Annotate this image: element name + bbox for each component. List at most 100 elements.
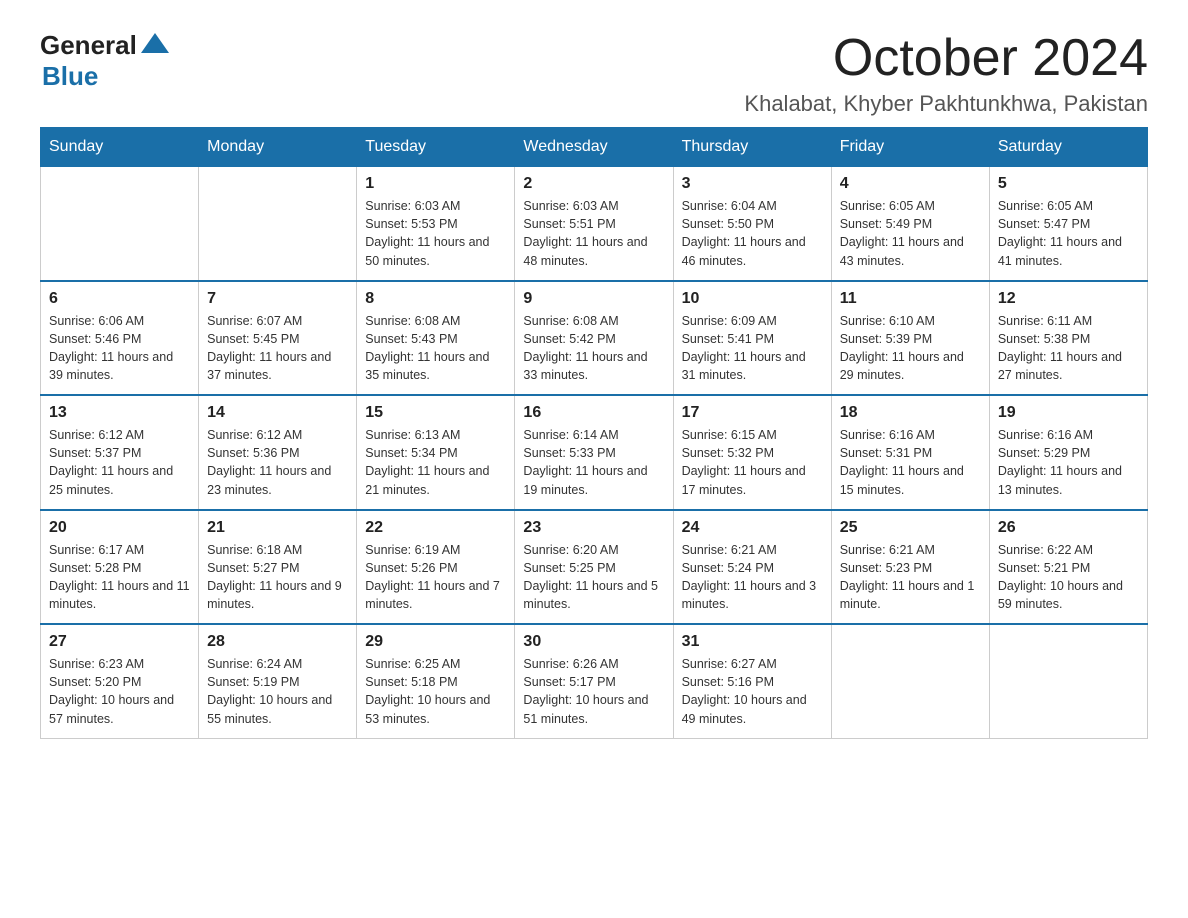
day-info: Sunrise: 6:13 AM Sunset: 5:34 PM Dayligh…: [365, 426, 506, 499]
day-number: 4: [840, 175, 981, 193]
calendar-cell: 24 Sunrise: 6:21 AM Sunset: 5:24 PM Dayli…: [673, 510, 831, 625]
calendar-cell: 30 Sunrise: 6:26 AM Sunset: 5:17 PM Dayli…: [515, 624, 673, 738]
title-block: October 2024 Khalabat, Khyber Pakhtunkhw…: [744, 30, 1148, 117]
day-info: Sunrise: 6:25 AM Sunset: 5:18 PM Dayligh…: [365, 655, 506, 728]
day-number: 26: [998, 519, 1139, 537]
day-number: 11: [840, 290, 981, 308]
calendar-cell: 18 Sunrise: 6:16 AM Sunset: 5:31 PM Dayli…: [831, 395, 989, 510]
logo: General Blue: [40, 30, 169, 92]
day-number: 8: [365, 290, 506, 308]
logo-general-text: General: [40, 30, 137, 61]
day-info: Sunrise: 6:24 AM Sunset: 5:19 PM Dayligh…: [207, 655, 348, 728]
day-info: Sunrise: 6:06 AM Sunset: 5:46 PM Dayligh…: [49, 312, 190, 385]
day-number: 14: [207, 404, 348, 422]
page-subtitle: Khalabat, Khyber Pakhtunkhwa, Pakistan: [744, 91, 1148, 117]
calendar-week-row: 1Sunrise: 6:03 AM Sunset: 5:53 PM Daylig…: [41, 167, 1148, 281]
calendar-cell: 23Sunrise: 6:20 AM Sunset: 5:25 PM Dayli…: [515, 510, 673, 625]
page-title: October 2024: [744, 30, 1148, 87]
day-info: Sunrise: 6:19 AM Sunset: 5:26 PM Dayligh…: [365, 541, 506, 614]
day-number: 5: [998, 175, 1139, 193]
calendar-cell: 22 Sunrise: 6:19 AM Sunset: 5:26 PM Dayli…: [357, 510, 515, 625]
day-info: Sunrise: 6:22 AM Sunset: 5:21 PM Dayligh…: [998, 541, 1139, 614]
calendar-cell: 9 Sunrise: 6:08 AM Sunset: 5:42 PM Daylig…: [515, 281, 673, 396]
day-info: Sunrise: 6:08 AM Sunset: 5:42 PM Dayligh…: [523, 312, 664, 385]
day-info: Sunrise: 6:15 AM Sunset: 5:32 PM Dayligh…: [682, 426, 823, 499]
calendar-cell: 7 Sunrise: 6:07 AM Sunset: 5:45 PM Daylig…: [199, 281, 357, 396]
calendar-week-row: 27 Sunrise: 6:23 AM Sunset: 5:20 PM Dayli…: [41, 624, 1148, 738]
calendar-cell: 5 Sunrise: 6:05 AM Sunset: 5:47 PM Daylig…: [989, 167, 1147, 281]
day-info: Sunrise: 6:05 AM Sunset: 5:49 PM Dayligh…: [840, 197, 981, 270]
logo-triangle-icon: [141, 33, 169, 53]
day-info: Sunrise: 6:09 AM Sunset: 5:41 PM Dayligh…: [682, 312, 823, 385]
page-header: General Blue October 2024 Khalabat, Khyb…: [40, 30, 1148, 117]
day-number: 9: [523, 290, 664, 308]
calendar-cell: 16Sunrise: 6:14 AM Sunset: 5:33 PM Dayli…: [515, 395, 673, 510]
day-number: 6: [49, 290, 190, 308]
day-number: 21: [207, 519, 348, 537]
day-number: 27: [49, 633, 190, 651]
calendar-cell: 1Sunrise: 6:03 AM Sunset: 5:53 PM Daylig…: [357, 167, 515, 281]
calendar-cell: [41, 167, 199, 281]
weekday-header-row: SundayMondayTuesdayWednesdayThursdayFrid…: [41, 128, 1148, 167]
calendar-cell: 8 Sunrise: 6:08 AM Sunset: 5:43 PM Daylig…: [357, 281, 515, 396]
day-number: 1: [365, 175, 506, 193]
weekday-header-sunday: Sunday: [41, 128, 199, 167]
day-number: 15: [365, 404, 506, 422]
calendar-week-row: 6 Sunrise: 6:06 AM Sunset: 5:46 PM Daylig…: [41, 281, 1148, 396]
day-number: 24: [682, 519, 823, 537]
day-info: Sunrise: 6:05 AM Sunset: 5:47 PM Dayligh…: [998, 197, 1139, 270]
day-info: Sunrise: 6:07 AM Sunset: 5:45 PM Dayligh…: [207, 312, 348, 385]
day-info: Sunrise: 6:16 AM Sunset: 5:31 PM Dayligh…: [840, 426, 981, 499]
day-number: 22: [365, 519, 506, 537]
day-info: Sunrise: 6:04 AM Sunset: 5:50 PM Dayligh…: [682, 197, 823, 270]
day-info: Sunrise: 6:08 AM Sunset: 5:43 PM Dayligh…: [365, 312, 506, 385]
day-number: 2: [523, 175, 664, 193]
day-info: Sunrise: 6:20 AM Sunset: 5:25 PM Dayligh…: [523, 541, 664, 614]
day-info: Sunrise: 6:03 AM Sunset: 5:51 PM Dayligh…: [523, 197, 664, 270]
calendar-cell: 20Sunrise: 6:17 AM Sunset: 5:28 PM Dayli…: [41, 510, 199, 625]
day-info: Sunrise: 6:18 AM Sunset: 5:27 PM Dayligh…: [207, 541, 348, 614]
calendar-cell: [989, 624, 1147, 738]
calendar-cell: 3 Sunrise: 6:04 AM Sunset: 5:50 PM Daylig…: [673, 167, 831, 281]
calendar-cell: [831, 624, 989, 738]
weekday-header-saturday: Saturday: [989, 128, 1147, 167]
day-info: Sunrise: 6:27 AM Sunset: 5:16 PM Dayligh…: [682, 655, 823, 728]
weekday-header-monday: Monday: [199, 128, 357, 167]
calendar-cell: 13 Sunrise: 6:12 AM Sunset: 5:37 PM Dayli…: [41, 395, 199, 510]
day-info: Sunrise: 6:26 AM Sunset: 5:17 PM Dayligh…: [523, 655, 664, 728]
day-number: 3: [682, 175, 823, 193]
day-number: 28: [207, 633, 348, 651]
calendar-cell: 19Sunrise: 6:16 AM Sunset: 5:29 PM Dayli…: [989, 395, 1147, 510]
day-number: 29: [365, 633, 506, 651]
day-number: 20: [49, 519, 190, 537]
day-number: 12: [998, 290, 1139, 308]
calendar-cell: 10Sunrise: 6:09 AM Sunset: 5:41 PM Dayli…: [673, 281, 831, 396]
day-number: 25: [840, 519, 981, 537]
weekday-header-tuesday: Tuesday: [357, 128, 515, 167]
day-info: Sunrise: 6:21 AM Sunset: 5:24 PM Dayligh…: [682, 541, 823, 614]
day-number: 19: [998, 404, 1139, 422]
calendar-cell: 27 Sunrise: 6:23 AM Sunset: 5:20 PM Dayli…: [41, 624, 199, 738]
day-info: Sunrise: 6:12 AM Sunset: 5:37 PM Dayligh…: [49, 426, 190, 499]
calendar-week-row: 13 Sunrise: 6:12 AM Sunset: 5:37 PM Dayli…: [41, 395, 1148, 510]
calendar-cell: 25Sunrise: 6:21 AM Sunset: 5:23 PM Dayli…: [831, 510, 989, 625]
day-number: 18: [840, 404, 981, 422]
calendar-cell: 31 Sunrise: 6:27 AM Sunset: 5:16 PM Dayli…: [673, 624, 831, 738]
day-number: 13: [49, 404, 190, 422]
calendar-cell: 28 Sunrise: 6:24 AM Sunset: 5:19 PM Dayli…: [199, 624, 357, 738]
day-info: Sunrise: 6:12 AM Sunset: 5:36 PM Dayligh…: [207, 426, 348, 499]
calendar-cell: 4 Sunrise: 6:05 AM Sunset: 5:49 PM Daylig…: [831, 167, 989, 281]
day-info: Sunrise: 6:10 AM Sunset: 5:39 PM Dayligh…: [840, 312, 981, 385]
day-info: Sunrise: 6:23 AM Sunset: 5:20 PM Dayligh…: [49, 655, 190, 728]
day-info: Sunrise: 6:14 AM Sunset: 5:33 PM Dayligh…: [523, 426, 664, 499]
calendar-cell: 29 Sunrise: 6:25 AM Sunset: 5:18 PM Dayli…: [357, 624, 515, 738]
calendar-cell: 11 Sunrise: 6:10 AM Sunset: 5:39 PM Dayli…: [831, 281, 989, 396]
day-number: 30: [523, 633, 664, 651]
calendar-cell: 17Sunrise: 6:15 AM Sunset: 5:32 PM Dayli…: [673, 395, 831, 510]
day-info: Sunrise: 6:11 AM Sunset: 5:38 PM Dayligh…: [998, 312, 1139, 385]
day-number: 31: [682, 633, 823, 651]
weekday-header-friday: Friday: [831, 128, 989, 167]
day-number: 7: [207, 290, 348, 308]
calendar-cell: 21 Sunrise: 6:18 AM Sunset: 5:27 PM Dayli…: [199, 510, 357, 625]
calendar-cell: 2 Sunrise: 6:03 AM Sunset: 5:51 PM Daylig…: [515, 167, 673, 281]
